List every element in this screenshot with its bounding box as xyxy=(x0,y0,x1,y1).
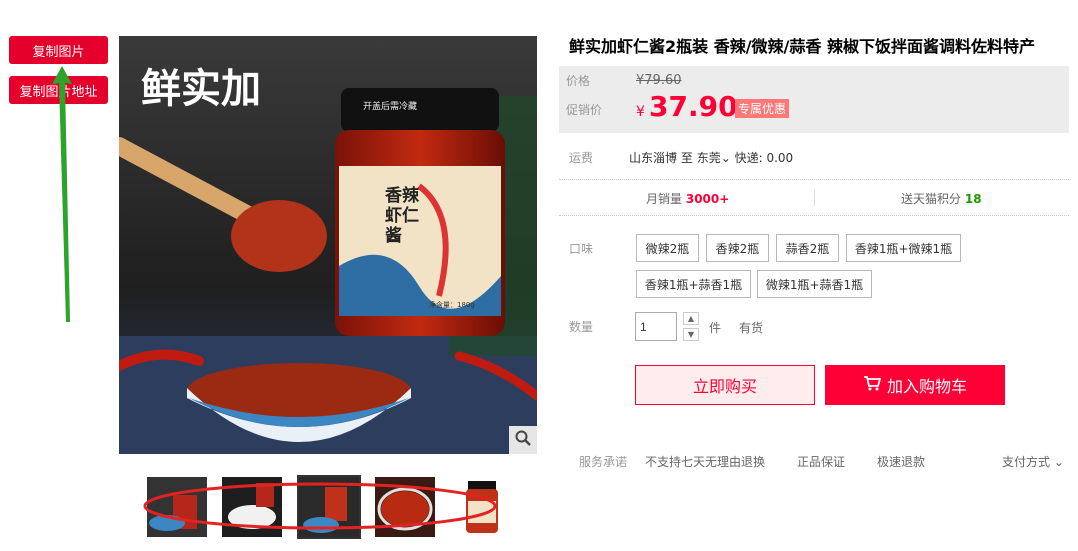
tmall-points: 送天猫积分 18 xyxy=(901,190,982,207)
chevron-down-icon: ⌄ xyxy=(720,151,731,165)
price-label: 价格 xyxy=(566,74,591,88)
service-label: 服务承诺 xyxy=(579,455,628,469)
ship-to: 东莞 xyxy=(696,151,721,165)
promo-price-label: 促销价 xyxy=(566,103,603,117)
ship-to-selector[interactable]: 东莞⌄ xyxy=(697,151,731,165)
exclusive-discount-badge[interactable]: 专属优惠 xyxy=(735,99,790,118)
thumbnail[interactable] xyxy=(375,477,435,537)
service-item[interactable]: 不支持七天无理由退换 xyxy=(645,453,765,470)
points-label: 送天猫积分 xyxy=(901,192,962,206)
monthly-sales-label: 月销量 xyxy=(646,192,683,206)
magnifier-icon xyxy=(514,429,532,451)
divider xyxy=(814,190,815,206)
flavor-option[interactable]: 蒜香2瓶 xyxy=(776,234,839,262)
buy-now-button[interactable]: 立即购买 xyxy=(635,365,815,405)
copy-image-url-button[interactable]: 复制图片地址 xyxy=(9,76,108,104)
annotation-arrow xyxy=(52,66,72,322)
payment-label: 支付方式 xyxy=(1002,455,1051,469)
chevron-up-icon: ▲ xyxy=(687,314,695,323)
flavor-option[interactable]: 微辣1瓶+蒜香1瓶 xyxy=(757,270,872,298)
add-to-cart-label: 加入购物车 xyxy=(886,377,967,396)
thumbnail[interactable] xyxy=(147,477,207,537)
ship-to-word: 至 xyxy=(680,151,693,165)
flavor-label: 口味 xyxy=(569,242,594,256)
shipping-info: 山东淄博 至 东莞⌄ 快递: 0.00 xyxy=(629,149,793,166)
flavor-option[interactable]: 香辣1瓶+蒜香1瓶 xyxy=(636,270,751,298)
main-product-image[interactable]: 鲜实加 开盖后需冷藏 香辣虾仁酱 净含量：180g xyxy=(119,36,537,454)
service-item[interactable]: 正品保证 xyxy=(797,453,845,470)
quantity-unit: 件 xyxy=(709,321,722,335)
monthly-sales-value: 3000+ xyxy=(685,192,730,206)
shipping-label: 运费 xyxy=(569,151,594,165)
flavor-option[interactable]: 香辣2瓶 xyxy=(706,234,769,262)
ship-method: 快递: 0.00 xyxy=(734,151,794,165)
promo-price: 37.90 xyxy=(649,90,738,123)
currency-symbol: ¥ xyxy=(636,104,645,120)
zoom-button[interactable] xyxy=(509,426,537,454)
thumbnail-active[interactable] xyxy=(297,475,361,539)
stock-status: 有货 xyxy=(739,321,764,335)
monthly-sales: 月销量 3000+ xyxy=(646,190,729,207)
quantity-input[interactable] xyxy=(635,312,677,341)
thumbnail[interactable] xyxy=(452,477,512,537)
divider xyxy=(559,215,1069,216)
quantity-label: 数量 xyxy=(569,320,594,334)
chevron-down-icon: ▼ xyxy=(687,330,695,339)
cart-icon xyxy=(863,375,882,395)
jar-label: 香辣虾仁酱 xyxy=(385,186,419,246)
quantity-increase[interactable]: ▲ xyxy=(683,312,699,325)
payment-methods[interactable]: 支付方式 ⌄ xyxy=(1002,453,1064,470)
divider xyxy=(559,179,1069,180)
copy-image-button[interactable]: 复制图片 xyxy=(9,36,108,64)
service-item[interactable]: 极速退款 xyxy=(877,453,925,470)
flavor-option[interactable]: 香辣1瓶+微辣1瓶 xyxy=(846,234,961,262)
thumbnail[interactable] xyxy=(222,477,282,537)
points-value: 18 xyxy=(964,192,982,206)
jar-net-weight: 净含量：180g xyxy=(429,301,475,309)
original-price: ¥79.60 xyxy=(636,73,682,88)
quantity-decrease[interactable]: ▼ xyxy=(683,328,699,341)
flavor-option[interactable]: 微辣2瓶 xyxy=(636,234,699,262)
ship-from: 山东淄博 xyxy=(629,151,678,165)
product-title: 鲜实加虾仁酱2瓶装 香辣/微辣/蒜香 辣椒下饭拌面酱调料佐料特产 xyxy=(569,37,1035,56)
chevron-down-icon: ⌄ xyxy=(1053,455,1064,469)
add-to-cart-button[interactable]: 加入购物车 xyxy=(825,365,1005,405)
jar-band-text: 开盖后需冷藏 xyxy=(363,102,418,112)
brand-watermark: 鲜实加 xyxy=(141,65,261,112)
